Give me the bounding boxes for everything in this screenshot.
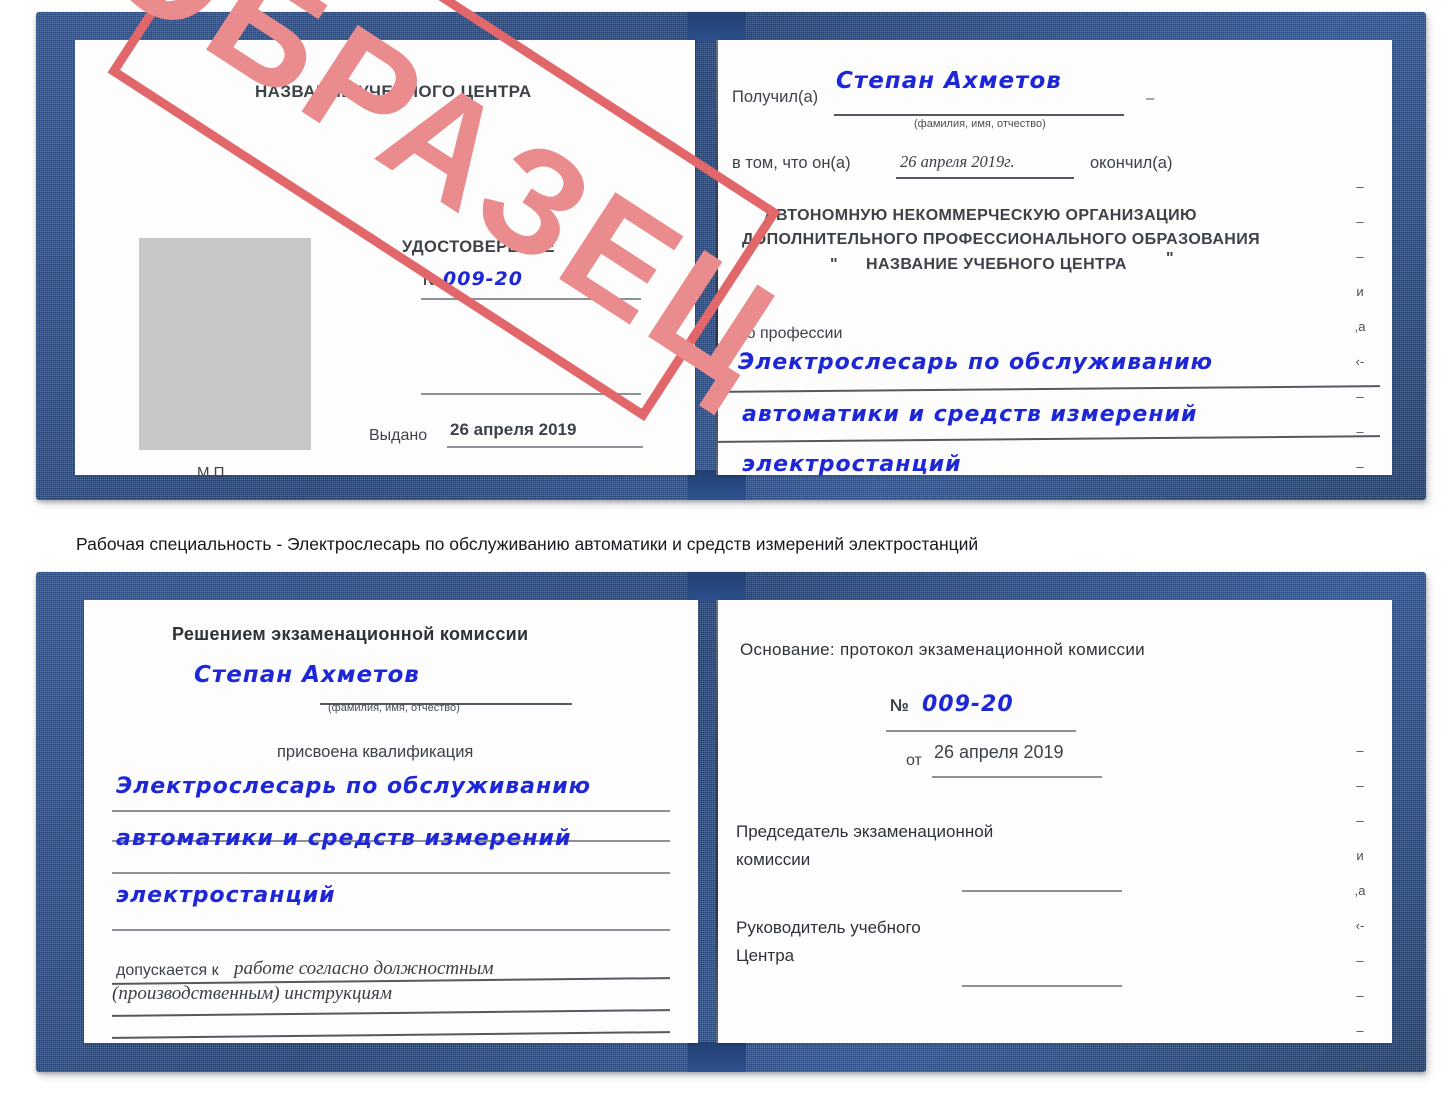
edge-mark: –	[1356, 424, 1364, 439]
edge-mark: и	[1356, 284, 1364, 299]
qualification-value-line-3: электростанций	[116, 883, 336, 908]
number-symbol: №	[423, 272, 441, 289]
page-top-left: НАЗВАНИЕ УЧЕБНОГО ЦЕНТРА УДОСТОВЕРЕНИЕ №…	[75, 40, 695, 481]
photo-placeholder	[139, 238, 311, 450]
edge-mark: –	[1356, 1058, 1364, 1073]
protocol-number-symbol: №	[890, 696, 909, 715]
protocol-date-label: от	[906, 752, 922, 769]
edge-mark: –	[1356, 214, 1364, 229]
chairman-label-line-1: Председатель экзаменационной	[736, 822, 994, 841]
edge-mark: –	[1356, 953, 1364, 968]
organization-line-3: НАЗВАНИЕ УЧЕБНОГО ЦЕНТРА	[866, 256, 1127, 273]
completion-date-rule	[896, 177, 1074, 179]
qualification-rule-2	[112, 872, 670, 874]
edge-mark: –	[1356, 459, 1364, 474]
profession-value-line-3: электростанций	[742, 452, 962, 477]
seal-place-label: М.П.	[197, 464, 229, 481]
admitted-value-line-1: работе согласно должностным	[234, 958, 494, 979]
qualification-rule-1	[112, 810, 670, 812]
certificate-top: НАЗВАНИЕ УЧЕБНОГО ЦЕНТРА УДОСТОВЕРЕНИЕ №…	[36, 0, 1430, 506]
recipient-name-value: Степан Ахметов	[836, 68, 1062, 94]
admitted-rule-3	[112, 1031, 670, 1039]
organization-quote-close: "	[1166, 250, 1174, 267]
edge-mark: –	[1356, 778, 1364, 793]
decision-heading: Решением экзаменационной комиссии	[172, 624, 529, 644]
organization-line-2: ДОПОЛНИТЕЛЬНОГО ПРОФЕССИОНАЛЬНОГО ОБРАЗО…	[742, 231, 1261, 248]
admitted-label: допускается к	[116, 962, 219, 979]
blank-rule-mid	[421, 393, 641, 395]
head-label-line-1: Руководитель учебного	[736, 918, 921, 937]
spine-notch-bottom-upper	[688, 572, 746, 602]
page-bottom-right: Основание: протокол экзаменационной коми…	[718, 600, 1392, 1072]
page-top-right: Получил(а) Степан Ахметов (фамилия, имя,…	[718, 40, 1392, 477]
admitted-rule-2	[112, 1009, 670, 1017]
spine-notch-top-upper	[688, 12, 746, 42]
edge-mark: –	[1356, 1023, 1364, 1038]
issued-rule	[447, 446, 643, 448]
received-label: Получил(а)	[732, 88, 819, 106]
edge-mark: –	[1356, 988, 1364, 1003]
training-center-name-top-left: НАЗВАНИЕ УЧЕБНОГО ЦЕНТРА	[255, 82, 532, 101]
head-label-line-2: Центра	[736, 946, 795, 965]
image-caption: Рабочая специальность - Электрослесарь п…	[76, 534, 979, 554]
edge-mark: ,а	[1354, 883, 1366, 898]
fio-hint-top: (фамилия, имя, отчество)	[914, 118, 1046, 130]
profession-label: по профессии	[738, 325, 843, 342]
graduate-name-value: Степан Ахметов	[194, 662, 420, 688]
edge-marks-top-right: – – – и ,а ‹- – – –	[1350, 180, 1370, 495]
edge-mark: –	[1356, 813, 1364, 828]
page-bottom-left: Решением экзаменационной комиссии Степан…	[84, 600, 698, 1043]
certificate-number-value: 009-20	[443, 268, 523, 290]
organization-quote-open: "	[830, 256, 838, 273]
profession-value-line-2: автоматики и средств измерений	[742, 402, 1198, 427]
profession-value-line-1: Электрослесарь по обслуживанию	[738, 350, 1214, 375]
basis-label: Основание: протокол экзаменационной коми…	[740, 640, 1145, 659]
issued-date-value: 26 апреля 2019	[450, 420, 577, 439]
finished-label: окончил(а)	[1090, 154, 1173, 172]
edge-mark: –	[1356, 389, 1364, 404]
edge-mark: –	[1356, 249, 1364, 264]
completion-date-value: 26 апреля 2019г.	[900, 152, 1015, 171]
chairman-label-line-2: комиссии	[736, 850, 811, 869]
in-that-label: в том, что он(а)	[732, 154, 851, 172]
document-type-label: УДОСТОВЕРЕНИЕ	[402, 238, 555, 256]
edge-mark: –	[1356, 743, 1364, 758]
profession-rule-1	[718, 385, 1380, 393]
edge-mark: ,а	[1354, 319, 1366, 334]
recipient-name-rule	[834, 114, 1124, 116]
edge-mark: и	[1356, 848, 1364, 863]
qualification-value-line-1: Электрослесарь по обслуживанию	[116, 774, 592, 799]
qualification-rule-3	[112, 929, 670, 931]
head-signature-rule	[962, 985, 1122, 987]
protocol-number-value: 009-20	[922, 692, 1014, 717]
protocol-date-value: 26 апреля 2019	[934, 742, 1064, 762]
chairman-signature-rule	[962, 890, 1122, 892]
fio-hint-bottom: (фамилия, имя, отчество)	[328, 702, 460, 714]
edge-mark: ‹-	[1355, 918, 1365, 933]
protocol-date-rule	[932, 776, 1102, 778]
issued-label: Выдано	[369, 427, 428, 444]
profession-rule-2	[718, 435, 1380, 443]
qualification-value-line-2: автоматики и средств измерений	[116, 826, 572, 851]
certificate-bottom: Решением экзаменационной комиссии Степан…	[36, 572, 1430, 1078]
qualification-label: присвоена квалификация	[277, 743, 474, 761]
admitted-value-line-2: (производственным) инструкциям	[112, 983, 392, 1004]
edge-marks-bottom-right: – – – и ,а ‹- – – – –	[1350, 744, 1370, 1094]
protocol-number-rule	[886, 730, 1076, 732]
edge-mark: –	[1356, 179, 1364, 194]
edge-dash-top-right-1: –	[1146, 90, 1155, 107]
edge-mark: ‹-	[1355, 354, 1365, 369]
spine-notch-bottom-lower	[688, 1042, 746, 1072]
number-rule	[421, 298, 641, 300]
organization-line-1: АВТОНОМНУЮ НЕКОММЕРЧЕСКУЮ ОРГАНИЗАЦИЮ	[764, 207, 1197, 224]
